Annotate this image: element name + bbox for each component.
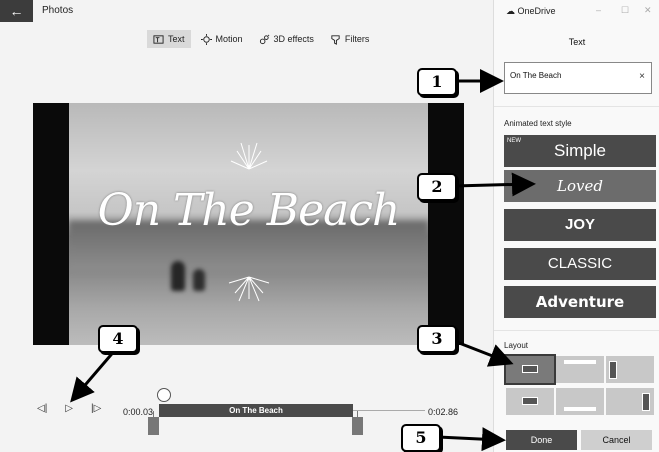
callout-1: 1	[417, 68, 457, 96]
callout-4: 4	[98, 325, 138, 353]
callout-2: 2	[417, 173, 457, 201]
callout-3: 3	[417, 325, 457, 353]
photos-app: ← Photos Text Motion 3D effects Filters	[0, 0, 659, 452]
annotation-arrows	[70, 69, 536, 452]
callout-5: 5	[401, 424, 441, 452]
